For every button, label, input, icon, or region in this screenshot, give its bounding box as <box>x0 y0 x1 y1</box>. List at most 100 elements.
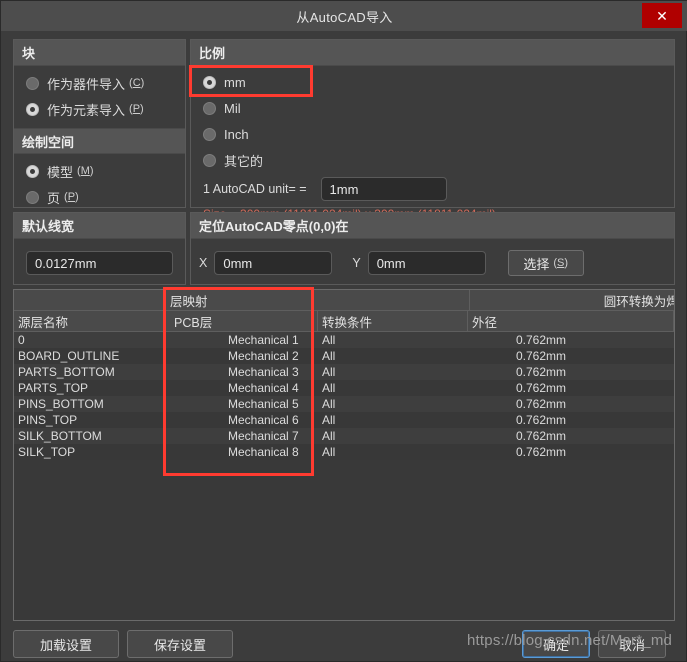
radio-model-space[interactable]: 模型 (M) <box>14 158 185 184</box>
scale-panel-header: 比例 <box>191 40 674 66</box>
autocad-unit-input[interactable]: 1mm <box>320 177 447 201</box>
radio-icon <box>26 76 39 90</box>
column-header-pcb-layer[interactable]: PCB层 <box>166 311 318 331</box>
cell-outer-diameter[interactable]: 0.762mm <box>468 444 674 460</box>
cell-pcb-layer[interactable]: Mechanical 2 <box>166 348 318 364</box>
cell-outer-diameter[interactable]: 0.762mm <box>468 348 674 364</box>
column-header-condition[interactable]: 转换条件 <box>318 311 468 331</box>
cell-pcb-layer[interactable]: Mechanical 1 <box>166 332 318 348</box>
select-origin-button[interactable]: 选择 (S) <box>507 250 584 276</box>
mnemonic-key: (M) <box>77 165 94 177</box>
table-row[interactable]: SILK_BOTTOM Mechanical 7 All 0.762mm <box>14 428 674 444</box>
cell-source-layer[interactable]: SILK_TOP <box>14 444 166 460</box>
cell-condition[interactable]: All <box>318 412 468 428</box>
group-header-ring-to-pad: 圆环转换为焊盘 <box>470 290 674 310</box>
cell-condition[interactable]: All <box>318 444 468 460</box>
mnemonic-key: (C) <box>129 77 145 89</box>
load-settings-button[interactable]: 加载设置 <box>13 630 119 658</box>
cell-pcb-layer[interactable]: Mechanical 7 <box>166 428 318 444</box>
radio-label: 作为元素导入 <box>47 102 126 118</box>
radio-icon-selected <box>26 102 39 116</box>
save-settings-button[interactable]: 保存设置 <box>127 630 233 658</box>
column-header-source-layer[interactable]: 源层名称 <box>14 311 166 331</box>
table-header-row: 源层名称 PCB层 转换条件 外径 <box>14 311 674 332</box>
group-header-blank <box>14 290 166 310</box>
radio-icon <box>203 153 216 167</box>
cell-source-layer[interactable]: 0 <box>14 332 166 348</box>
radio-unit-mil[interactable]: Mil <box>191 95 674 121</box>
table-row[interactable]: SILK_TOP Mechanical 8 All 0.762mm <box>14 444 674 460</box>
radio-import-as-component[interactable]: 作为器件导入 (C) <box>14 70 185 96</box>
origin-y-label: Y <box>352 256 361 270</box>
footer: 加载设置 保存设置 确定 取消 <box>1 627 687 662</box>
cell-condition[interactable]: All <box>318 428 468 444</box>
layer-mapping-table[interactable]: 层映射 圆环转换为焊盘 源层名称 PCB层 转换条件 外径 0Mechanica… <box>13 289 675 621</box>
cell-condition[interactable]: All <box>318 364 468 380</box>
cell-pcb-layer[interactable]: Mechanical 4 <box>166 380 318 396</box>
cell-pcb-layer[interactable]: Mechanical 6 <box>166 412 318 428</box>
close-button[interactable]: ✕ <box>642 3 682 28</box>
select-origin-label: 选择 <box>523 256 550 272</box>
cell-source-layer[interactable]: BOARD_OUTLINE <box>14 348 166 364</box>
table-body: 0 Mechanical 1 All 0.762mm BOARD_OUTLINE Mech… <box>14 332 674 460</box>
cell-source-layer[interactable]: PINS_TOP <box>14 412 166 428</box>
titlebar: 从AutoCAD导入 ✕ <box>1 1 687 31</box>
radio-unit-mm[interactable]: mm <box>191 69 674 95</box>
origin-x-label: X <box>199 256 208 270</box>
table-row[interactable]: 0 Mechanical 1 All 0.762mm <box>14 332 674 348</box>
table-row[interactable]: PINS_BOTTOM Mechanical 5 All 0.762mm <box>14 396 674 412</box>
cell-pcb-layer[interactable]: Mechanical 3 <box>166 364 318 380</box>
cell-condition[interactable]: All <box>318 396 468 412</box>
autocad-unit-label: 1 AutoCAD unit= = <box>203 182 307 196</box>
scale-panel: 比例 mm Mil Inch 其它的 1 AutoCAD unit= = 1mm… <box>190 39 675 221</box>
table-row[interactable]: PARTS_TOP Mechanical 4 All 0.762mm <box>14 380 674 396</box>
origin-panel: 定位AutoCAD零点(0,0)在 X 0mm Y 0mm 选择 (S) <box>190 212 675 285</box>
page-title: 从AutoCAD导入 <box>296 9 393 25</box>
cell-pcb-layer[interactable]: Mechanical 5 <box>166 396 318 412</box>
radio-label: mm <box>224 74 246 90</box>
radio-label: 模型 <box>47 164 74 180</box>
default-line-width-header: 默认线宽 <box>14 213 185 239</box>
cell-condition[interactable]: All <box>318 380 468 396</box>
cell-outer-diameter[interactable]: 0.762mm <box>468 412 674 428</box>
close-icon: ✕ <box>656 7 668 24</box>
cell-outer-diameter[interactable]: 0.762mm <box>468 380 674 396</box>
table-row[interactable]: PARTS_BOTTOM Mechanical 3 All 0.762mm <box>14 364 674 380</box>
radio-label: 页 <box>47 190 61 206</box>
block-panel-header: 块 <box>14 40 185 66</box>
default-line-width-panel: 默认线宽 0.0127mm <box>13 212 186 285</box>
radio-unit-other[interactable]: 其它的 <box>191 147 674 173</box>
radio-label: Inch <box>224 126 249 142</box>
cell-outer-diameter[interactable]: 0.762mm <box>468 396 674 412</box>
cell-condition[interactable]: All <box>318 348 468 364</box>
radio-label: Mil <box>224 100 241 116</box>
group-header-layer-mapping: 层映射 <box>166 290 470 310</box>
radio-icon <box>203 127 216 141</box>
radio-label: 其它的 <box>224 153 264 169</box>
cell-source-layer[interactable]: PARTS_TOP <box>14 380 166 396</box>
radio-import-as-primitive[interactable]: 作为元素导入 (P) <box>14 96 185 122</box>
origin-y-input[interactable]: 0mm <box>367 251 486 275</box>
cell-outer-diameter[interactable]: 0.762mm <box>468 428 674 444</box>
cell-source-layer[interactable]: PARTS_BOTTOM <box>14 364 166 380</box>
default-line-width-input[interactable]: 0.0127mm <box>26 251 173 275</box>
cell-outer-diameter[interactable]: 0.762mm <box>468 332 674 348</box>
radio-icon-selected <box>26 164 39 178</box>
cancel-button[interactable]: 取消 <box>598 630 666 658</box>
import-from-autocad-dialog: 从AutoCAD导入 ✕ 块 作为器件导入 (C) 作为元素导入 (P) 绘制空… <box>0 0 687 662</box>
origin-panel-header: 定位AutoCAD零点(0,0)在 <box>191 213 674 239</box>
table-row[interactable]: PINS_TOP Mechanical 6 All 0.762mm <box>14 412 674 428</box>
cell-condition[interactable]: All <box>318 332 468 348</box>
cell-outer-diameter[interactable]: 0.762mm <box>468 364 674 380</box>
table-row[interactable]: BOARD_OUTLINE Mechanical 2 All 0.762mm <box>14 348 674 364</box>
cell-source-layer[interactable]: PINS_BOTTOM <box>14 396 166 412</box>
radio-icon <box>203 101 216 115</box>
ok-button[interactable]: 确定 <box>522 630 590 658</box>
cell-source-layer[interactable]: SILK_BOTTOM <box>14 428 166 444</box>
radio-paper-space[interactable]: 页 (P) <box>14 184 185 210</box>
origin-x-input[interactable]: 0mm <box>214 251 333 275</box>
cell-pcb-layer[interactable]: Mechanical 8 <box>166 444 318 460</box>
radio-unit-inch[interactable]: Inch <box>191 121 674 147</box>
column-header-outer-diameter[interactable]: 外径 <box>468 311 674 331</box>
drawing-space-header: 绘制空间 <box>14 128 185 154</box>
